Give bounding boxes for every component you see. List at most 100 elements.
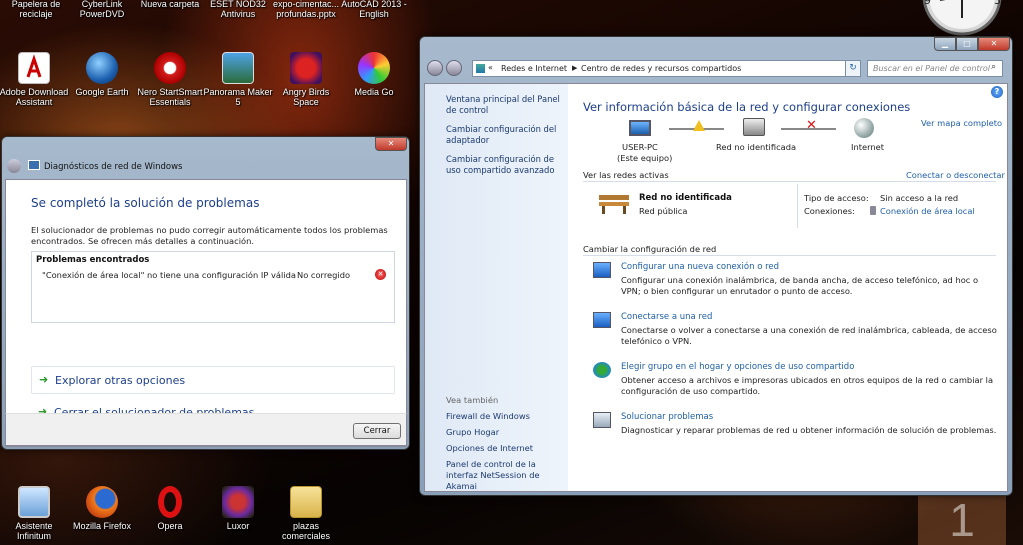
desktop-icon-firefox[interactable]: Mozilla Firefox [66,486,138,531]
see-also-homegroup[interactable]: Grupo Hogar [446,427,499,437]
desktop-number-badge: 1 [918,492,1006,545]
explore-options-button[interactable]: ➜ Explorar otras opciones [31,366,395,394]
problems-header: Problemas encontrados [36,255,150,265]
red-x-icon: ✕ [806,118,817,133]
desktop-icon-adobe-download[interactable]: Adobe Download Assistant [0,52,70,107]
left-pane: Ventana principal del Panel de control C… [425,84,568,491]
breadcrumb-sep-icon: « [488,63,493,72]
task-description: Configurar una conexión inalámbrica, de … [621,275,979,296]
search-icon[interactable]: ⌕ [991,62,996,72]
desktop-icon-label: Infinitum [16,531,51,541]
forward-button[interactable] [446,60,462,76]
problems-box: Problemas encontrados "Conexión de área … [31,251,395,323]
opera-icon [158,486,182,518]
desktop-icon-new-folder[interactable]: Nueva carpeta [134,0,206,9]
nero-icon [154,52,186,84]
change-settings-header: Cambiar la configuración de red [583,244,717,254]
address-bar[interactable]: « Redes e Internet ▶ Centro de redes y r… [472,60,861,77]
access-type-label: Tipo de acceso: [804,193,869,203]
local-connection-link[interactable]: Conexión de área local [880,206,975,216]
see-also-header: Vea también [446,395,499,405]
desktop-icon-label: English [359,9,389,19]
task-title[interactable]: Elegir grupo en el hogar y opciones de u… [621,362,854,372]
clock-gadget[interactable]: 9 3 [920,0,1004,38]
desktop-icon-label: plazas [292,521,319,531]
internet-globe-icon[interactable] [854,118,874,138]
desktop-icon-label: comerciales [281,531,330,541]
search-input[interactable]: Buscar en el Panel de control [873,64,990,73]
desktop-icon-panorama-maker[interactable]: Panorama Maker 5 [202,52,274,107]
desktop-icon-label: Media Go [354,87,394,97]
connect-disconnect-link[interactable]: Conectar o desconectar [906,170,1005,180]
network-icon[interactable] [743,118,765,136]
task-description: Conectarse o volver a conectarse a una c… [621,325,997,346]
breadcrumb-item[interactable]: Redes e Internet [501,64,567,73]
problem-row[interactable]: "Conexión de área local" no tiene una co… [42,269,392,284]
desktop-icon-asistente-infinitum[interactable]: Asistente Infinitum [0,486,70,541]
explore-options-label: Explorar otras opciones [55,374,186,387]
task-title[interactable]: Configurar una nueva conexión o red [621,262,779,272]
desktop-icon-google-earth[interactable]: Google Earth [66,52,138,97]
desktop-icon-opera[interactable]: Opera [134,486,206,531]
desktop-icon-label: Antivirus [220,9,256,19]
diagnostics-window[interactable]: ✕ Diagnósticos de red de Windows Se comp… [1,136,410,450]
help-icon[interactable]: ? [991,86,1003,98]
refresh-button[interactable]: ↻ [845,60,861,77]
page-title: Ver información básica de la red y confi… [583,100,911,114]
close-window-button[interactable]: ✕ [978,37,1010,51]
desktop-icon-label: Luxor [226,521,250,531]
close-button[interactable]: Cerrar [353,423,401,439]
desktop-icon-autocad[interactable]: AutoCAD 2013 - English [338,0,410,19]
desktop-icon-angry-birds[interactable]: Angry Birds Space [270,52,342,107]
homegroup-icon [593,362,611,378]
control-panel-window[interactable]: ▁ □ ✕ « Redes e Internet ▶ Centro de red… [419,36,1013,496]
angry-birds-icon [290,52,322,84]
globe-icon [86,52,118,84]
problem-status: No corregido [297,270,351,280]
task-title[interactable]: Solucionar problemas [621,412,713,422]
media-go-icon [358,52,390,84]
desktop-icon-eset[interactable]: ESET NOD32 Antivirus [202,0,274,19]
see-also-internet-options[interactable]: Opciones de Internet [446,443,533,453]
desktop-icon-label: ESET NOD32 [210,0,266,9]
back-button[interactable] [427,60,443,76]
left-link-control-panel-home[interactable]: Ventana principal del Panel de control [446,94,564,116]
connections-label: Conexiones: [804,206,855,216]
luxor-icon [222,486,254,518]
left-link-advanced-sharing[interactable]: Cambiar configuración de uso compartido … [446,154,564,176]
desktop-icon-nero[interactable]: Nero StartSmart Essentials [134,52,206,107]
desktop-icon-powerdvd[interactable]: CyberLink PowerDVD [66,0,138,19]
task-title[interactable]: Conectarse a una red [621,312,712,322]
map-network: Red no identificada [716,142,797,152]
desktop-icon-label: AutoCAD 2013 - [341,0,407,9]
close-window-button[interactable]: ✕ [375,137,407,151]
desktop-icon-label: Mozilla Firefox [72,521,131,531]
panorama-icon [222,52,254,84]
task-description: Obtener acceso a archivos e impresoras u… [621,375,994,396]
back-button[interactable] [7,159,21,173]
see-also-akamai[interactable]: Panel de control de la interfaz NetSessi… [446,459,566,492]
desktop-icon-label: CyberLink [81,0,123,9]
active-network-name: Red no identificada [639,193,732,203]
desktop-icon-recycle-bin[interactable]: Papelera de reciclaje [0,0,72,19]
breadcrumb-item[interactable]: Centro de redes y recursos compartidos [581,64,741,73]
desktop-icon-plazas-comerciales[interactable]: plazas comerciales [270,486,342,541]
lan-icon [870,206,876,215]
monitor-icon [18,486,50,518]
maximize-button[interactable]: □ [956,37,978,51]
left-link-adapter-settings[interactable]: Cambiar configuración del adaptador [446,124,564,146]
result-heading: Se completó la solución de problemas [31,196,260,210]
minimize-button[interactable]: ▁ [934,37,956,51]
computer-icon[interactable] [629,120,651,136]
title-bar[interactable]: ✕ Diagnósticos de red de Windows [2,137,409,179]
desktop-icon-media-go[interactable]: Media Go [338,52,410,97]
active-network-type[interactable]: Red pública [639,206,687,216]
footer-bar: Cerrar [5,413,407,446]
see-also-firewall[interactable]: Firewall de Windows [446,411,530,421]
desktop-icon-label: 5 [235,97,241,107]
desktop-icon-pptx-file[interactable]: expo-cimentac... profundas.pptx [270,0,342,19]
search-box[interactable]: Buscar en el Panel de control ⌕ [867,60,1003,77]
svg-text:3: 3 [994,0,1001,7]
desktop-icon-luxor[interactable]: Luxor [202,486,274,531]
divider [583,255,996,256]
